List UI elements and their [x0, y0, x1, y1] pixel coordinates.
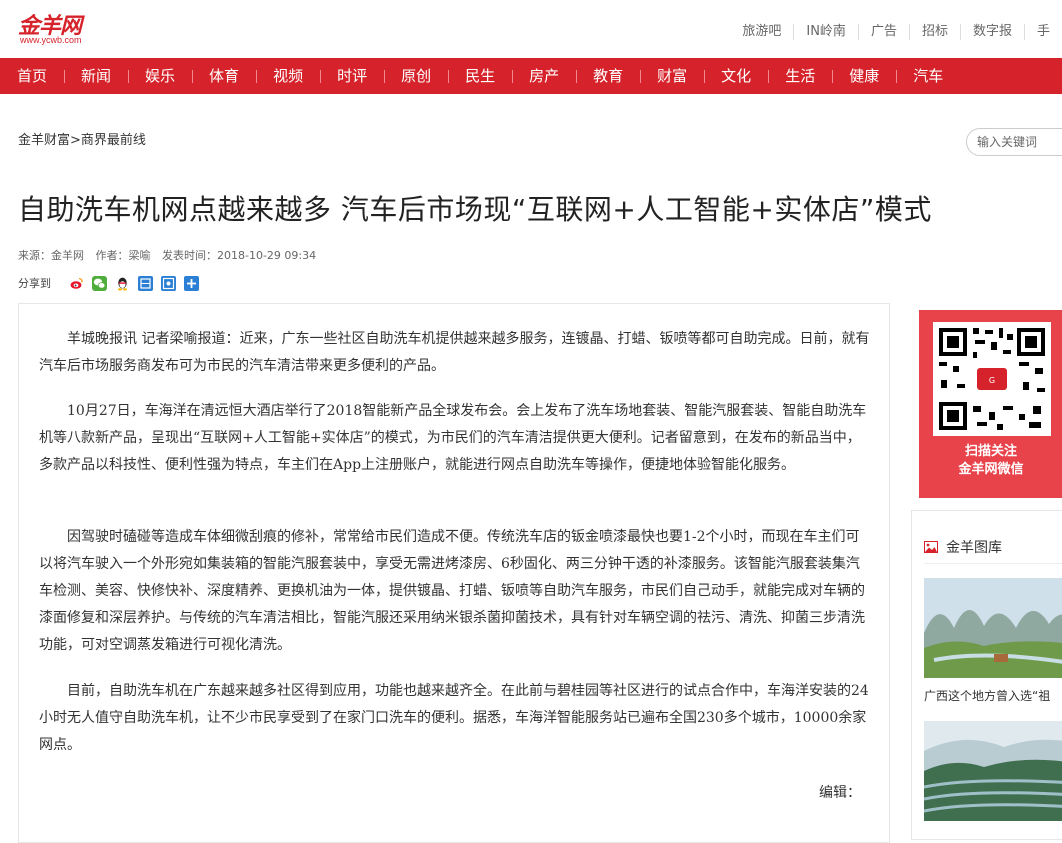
- article-title: 自助洗车机网点越来越多 汽车后市场现“互联网+人工智能+实体店”模式: [18, 193, 932, 226]
- top-link-bidding[interactable]: 招标: [908, 24, 960, 40]
- top-header: 金羊网 www.ycwb.com 旅游吧 IN岭南 广告 招标 数字报 手: [0, 0, 1062, 58]
- share-bar: 分享到: [18, 275, 207, 291]
- weibo-icon[interactable]: [69, 275, 84, 291]
- photo-gallery-panel: 金羊图库 广西这个地方曾入选“祖: [911, 510, 1062, 840]
- nav-item-health[interactable]: 健康: [832, 58, 896, 94]
- gallery-image-karst-landscape[interactable]: [924, 578, 1062, 678]
- qr-caption-line1: 扫描关注: [964, 444, 1017, 459]
- main-nav: 首页 新闻 娱乐 体育 视频 时评 原创 民生 房产 教育 财富 文化 生活 健…: [0, 58, 1062, 94]
- article-paragraph: 因驾驶时磕碰等造成车体细微刮痕的修补，常常给市民们造成不便。传统洗车店的钣金喷漆…: [39, 529, 865, 653]
- article-source: 来源：金羊网: [18, 249, 84, 262]
- nav-item-original[interactable]: 原创: [384, 58, 448, 94]
- renren-icon[interactable]: [161, 275, 176, 291]
- svg-text:G: G: [989, 376, 995, 385]
- nav-item-culture[interactable]: 文化: [704, 58, 768, 94]
- nav-item-news[interactable]: 新闻: [64, 58, 128, 94]
- gallery-image-rice-terraces[interactable]: [924, 721, 1062, 821]
- nav-item-property[interactable]: 房产: [512, 58, 576, 94]
- nav-item-video[interactable]: 视频: [256, 58, 320, 94]
- more-share-icon[interactable]: [184, 275, 199, 291]
- nav-item-education[interactable]: 教育: [576, 58, 640, 94]
- article-editor: 编辑：: [819, 785, 861, 801]
- top-link-mobile[interactable]: 手: [1023, 24, 1062, 40]
- gallery-title: 金羊图库: [946, 540, 1002, 556]
- nav-item-entertainment[interactable]: 娱乐: [128, 58, 192, 94]
- nav-item-wealth[interactable]: 财富: [640, 58, 704, 94]
- top-link-lingnan[interactable]: IN岭南: [793, 24, 858, 40]
- nav-item-sports[interactable]: 体育: [192, 58, 256, 94]
- gallery-divider: [924, 563, 1062, 564]
- article-author: 作者：梁喻: [95, 249, 151, 262]
- nav-item-commentary[interactable]: 时评: [320, 58, 384, 94]
- qq-icon[interactable]: [115, 276, 130, 291]
- search-input[interactable]: 输入关键词: [966, 128, 1062, 156]
- nav-item-home[interactable]: 首页: [0, 58, 64, 94]
- nav-item-livelihood[interactable]: 民生: [448, 58, 512, 94]
- share-label: 分享到: [18, 277, 51, 290]
- site-logo[interactable]: 金羊网 www.ycwb.com: [18, 8, 118, 48]
- article-time: 发表时间：2018-10-29 09:34: [162, 249, 317, 262]
- qzone-icon[interactable]: [138, 275, 153, 291]
- top-link-travel[interactable]: 旅游吧: [730, 24, 793, 40]
- article-paragraph: 羊城晚报讯 记者梁喻报道：近来，广东一些社区自助洗车机提供越来越多服务，连镀晶、…: [39, 331, 870, 374]
- nav-item-auto[interactable]: 汽车: [896, 58, 960, 94]
- top-link-ads[interactable]: 广告: [857, 24, 909, 40]
- logo-url: www.ycwb.com: [20, 35, 82, 45]
- article-meta: 来源：金羊网 作者：梁喻 发表时间：2018-10-29 09:34: [18, 247, 324, 263]
- top-link-digital-paper[interactable]: 数字报: [959, 24, 1024, 40]
- qr-caption-line2: 金羊网微信: [958, 462, 1024, 477]
- gallery-caption[interactable]: 广西这个地方曾入选“祖: [924, 687, 1050, 704]
- picture-icon: [924, 541, 938, 553]
- wechat-qr-panel[interactable]: G 扫描关注 金羊网微信: [919, 310, 1062, 498]
- qr-code-image: G: [933, 322, 1051, 436]
- breadcrumb[interactable]: 金羊财富>商界最前线: [18, 129, 146, 148]
- nav-item-life[interactable]: 生活: [768, 58, 832, 94]
- wechat-icon[interactable]: [92, 275, 107, 291]
- article-paragraph: 10月27日，车海洋在清远恒大酒店举行了2018智能新产品全球发布会。会上发布了…: [39, 403, 867, 473]
- article-body: 羊城晚报讯 记者梁喻报道：近来，广东一些社区自助洗车机提供越来越多服务，连镀晶、…: [18, 303, 890, 843]
- article-paragraph: 目前，自助洗车机在广东越来越多社区得到应用，功能也越来越齐全。在此前与碧桂园等社…: [39, 683, 869, 753]
- top-links: 旅游吧 IN岭南 广告 招标 数字报 手: [730, 20, 1062, 44]
- gallery-header: 金羊图库: [924, 537, 1002, 557]
